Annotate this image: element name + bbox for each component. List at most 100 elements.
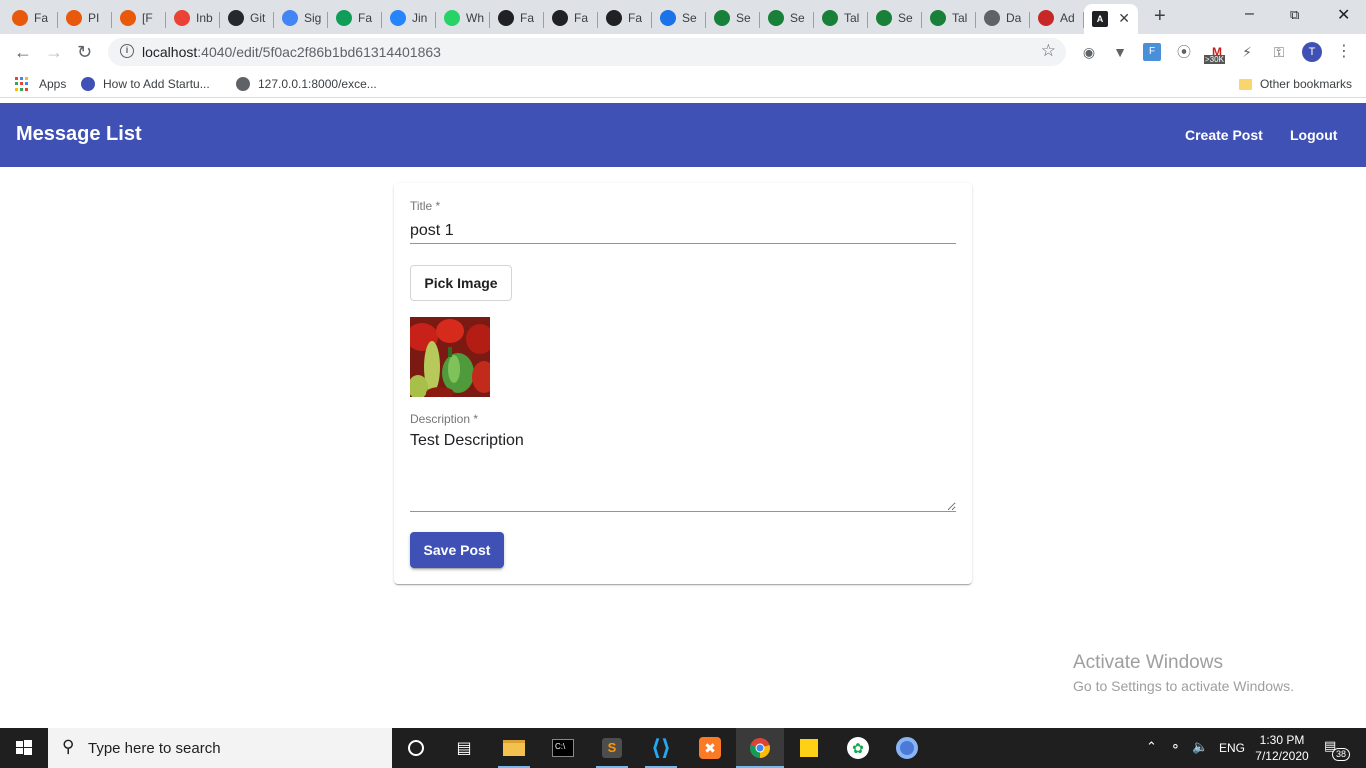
file-explorer-button[interactable]: [490, 728, 538, 768]
watermark-title: Activate Windows: [1073, 652, 1223, 673]
browser-tab[interactable]: Fa: [490, 4, 544, 32]
minimize-button[interactable]: –: [1245, 5, 1254, 23]
browser-tab[interactable]: [F: [112, 4, 166, 32]
bookmark-item[interactable]: How to Add Startu...: [81, 77, 210, 91]
taskbar-search[interactable]: ⚲ Type here to search: [48, 728, 392, 768]
chevron-up-icon[interactable]: ⌃: [1146, 739, 1157, 755]
browser-tab[interactable]: Da: [976, 4, 1030, 32]
chromium-icon: [896, 737, 918, 759]
vscode-button[interactable]: ⟨⟩: [637, 728, 685, 768]
camera-icon[interactable]: ◉: [1080, 43, 1098, 61]
sticky-notes-icon: [800, 739, 818, 757]
tab-label: Inb: [196, 11, 213, 25]
browser-tab[interactable]: Se: [868, 4, 922, 32]
clock-time: 1:30 PM: [1259, 733, 1305, 747]
bookmark-apps[interactable]: Apps: [15, 77, 66, 91]
browser-tab[interactable]: Wh: [436, 4, 490, 32]
code-icon[interactable]: ⦿: [1175, 43, 1193, 61]
logout-button[interactable]: Logout: [1278, 120, 1349, 150]
browser-tab[interactable]: Git: [220, 4, 274, 32]
xampp-button[interactable]: ✖: [686, 728, 734, 768]
sublime-button[interactable]: S: [588, 728, 636, 768]
start-button[interactable]: [0, 728, 48, 768]
tab-label: Fa: [358, 11, 373, 25]
browser-tab[interactable]: Fa: [328, 4, 382, 32]
browser-tab[interactable]: Se: [706, 4, 760, 32]
browser-tab[interactable]: Tal: [922, 4, 976, 32]
description-textarea[interactable]: [410, 432, 956, 512]
app-title[interactable]: Message List: [16, 123, 142, 146]
notification-icon[interactable]: ▤ 38: [1324, 738, 1351, 761]
browser-tab[interactable]: Inb: [166, 4, 220, 32]
clock-date: 7/12/2020: [1255, 749, 1309, 763]
profile-avatar[interactable]: T: [1302, 42, 1322, 62]
terminal-button[interactable]: C:\: [539, 728, 587, 768]
tab-label: Git: [250, 11, 266, 25]
new-tab-button[interactable]: +: [1154, 6, 1166, 26]
browser-tab[interactable]: Jin: [382, 4, 436, 32]
bookmark-item[interactable]: 127.0.0.1:8000/exce...: [236, 77, 377, 91]
browser-tab[interactable]: Fa: [598, 4, 652, 32]
task-view-button[interactable]: ▤: [440, 728, 488, 768]
chrome-button[interactable]: [736, 728, 784, 768]
info-icon[interactable]: i: [120, 44, 134, 58]
tab-label: Se: [682, 11, 697, 25]
back-icon[interactable]: ←: [14, 42, 32, 63]
tab-label: Wh: [466, 11, 484, 25]
menu-icon[interactable]: ⋮: [1335, 43, 1353, 61]
folder-icon: [503, 740, 525, 756]
browser-tab[interactable]: Se: [652, 4, 706, 32]
url-path: :4040/edit/5f0ac2f86b1bd61314401863: [197, 44, 441, 60]
other-bookmarks[interactable]: Other bookmarks: [1238, 77, 1352, 91]
browser-tab[interactable]: PI: [58, 4, 112, 32]
notification-count: 38: [1332, 748, 1351, 761]
browser-tab[interactable]: Fa: [544, 4, 598, 32]
title-input[interactable]: [410, 219, 956, 244]
tab-label: Da: [1006, 11, 1022, 25]
browser-tab[interactable]: Fa: [4, 4, 58, 32]
windows-icon: [16, 740, 32, 755]
tab-label: Se: [736, 11, 751, 25]
language-indicator[interactable]: ENG: [1219, 741, 1245, 755]
restore-button[interactable]: ⧉: [1290, 7, 1299, 23]
activation-watermark: Activate Windows Go to Settings to activ…: [1073, 652, 1294, 694]
forward-icon[interactable]: →: [45, 42, 63, 63]
extension-icon[interactable]: F: [1143, 43, 1161, 61]
mongodb-compass-button[interactable]: ✿: [834, 728, 882, 768]
browser-tab[interactable]: Se: [760, 4, 814, 32]
bookmark-star-icon[interactable]: ☆: [1041, 41, 1056, 61]
url-text[interactable]: localhost:4040/edit/5f0ac2f86b1bd6131440…: [142, 44, 441, 60]
search-placeholder: Type here to search: [88, 740, 221, 757]
chrome-icon: [750, 738, 770, 758]
gmail-checker-icon[interactable]: M >30K: [1204, 43, 1230, 64]
close-window-button[interactable]: ✕: [1337, 5, 1350, 25]
circle-icon: [552, 10, 568, 26]
watermark-subtitle: Go to Settings to activate Windows.: [1073, 678, 1294, 694]
reload-icon[interactable]: ↻: [77, 42, 92, 63]
volume-icon[interactable]: 🔈: [1192, 739, 1208, 755]
browser-tab[interactable]: Ad: [1030, 4, 1084, 32]
puzzle-icon[interactable]: ⚡: [1238, 43, 1256, 61]
pick-image-button[interactable]: Pick Image: [410, 265, 512, 301]
vuejs-icon[interactable]: ▼: [1111, 43, 1129, 61]
create-post-link[interactable]: Create Post: [1172, 120, 1276, 150]
save-post-button[interactable]: Save Post: [410, 532, 504, 568]
mask-icon: [1038, 10, 1054, 26]
chromium-button[interactable]: [883, 728, 931, 768]
browser-tab[interactable]: A ✕: [1084, 4, 1138, 34]
cloud-icon: [66, 10, 82, 26]
gear-icon: [660, 10, 676, 26]
address-bar[interactable]: i localhost:4040/edit/5f0ac2f86b1bd61314…: [108, 38, 1066, 66]
tab-label: Ad: [1060, 11, 1075, 25]
sticky-notes-button[interactable]: [785, 728, 833, 768]
browser-tab[interactable]: Tal: [814, 4, 868, 32]
wifi-icon[interactable]: ⚬: [1170, 739, 1181, 755]
key-icon: [876, 10, 892, 26]
close-tab-icon[interactable]: ✕: [1118, 10, 1130, 27]
cortana-button[interactable]: [392, 728, 440, 768]
clock[interactable]: 1:30 PM 7/12/2020: [1254, 732, 1310, 764]
description-label: Description *: [410, 412, 479, 426]
tab-label: PI: [88, 11, 100, 25]
key-icon[interactable]: ⚿: [1270, 43, 1288, 61]
browser-tab[interactable]: Sig: [274, 4, 328, 32]
